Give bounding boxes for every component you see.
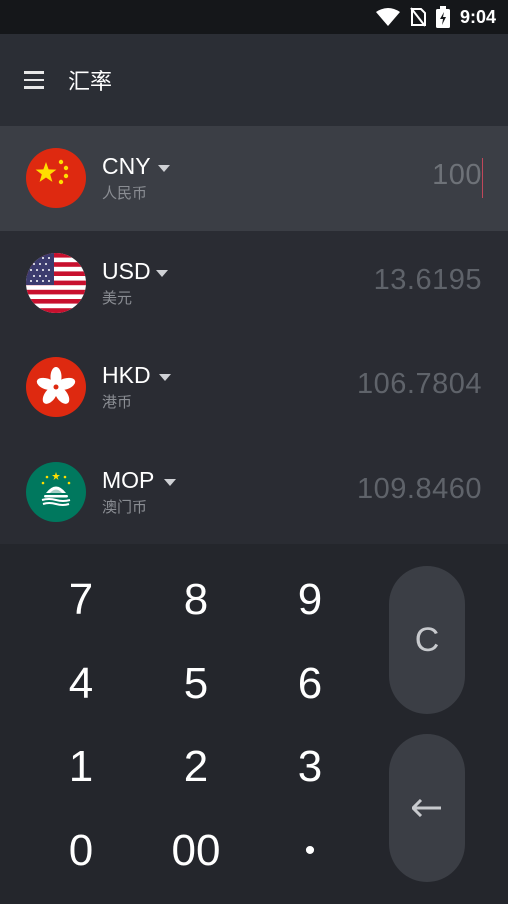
currency-name: 澳门币 — [102, 498, 148, 516]
key-8[interactable]: 8 — [141, 565, 251, 635]
currency-code[interactable]: HKD — [102, 362, 151, 389]
key-3[interactable]: 3 — [255, 732, 365, 802]
currency-row-cny[interactable]: CNY 人民币 100 — [0, 126, 508, 231]
key-00[interactable]: 00 — [141, 816, 251, 886]
currency-name: 人民币 — [102, 185, 148, 202]
dropdown-caret-icon[interactable] — [159, 374, 171, 381]
currency-code[interactable]: CNY — [102, 153, 151, 180]
key-6[interactable]: 6 — [255, 649, 365, 719]
dropdown-caret-icon[interactable] — [158, 165, 170, 172]
currency-row-hkd[interactable]: HKD 港币 106.7804 — [0, 335, 508, 440]
amount-value[interactable]: 106.7804 — [357, 368, 482, 401]
china-flag-icon — [26, 148, 86, 208]
clear-label: C — [414, 620, 440, 659]
dropdown-caret-icon[interactable] — [156, 269, 168, 277]
key-2[interactable]: 2 — [141, 732, 251, 802]
page-title: 汇率 — [68, 69, 113, 94]
currency-row-usd[interactable]: USD 美元 13.6195 — [0, 230, 508, 335]
battery-charging-icon — [435, 6, 450, 28]
amount-input[interactable]: 100 — [432, 159, 482, 192]
key-4[interactable]: 4 — [26, 649, 136, 719]
key-5[interactable]: 5 — [141, 649, 251, 719]
status-time: 9:04 — [459, 6, 496, 27]
dropdown-caret-icon[interactable] — [164, 478, 176, 486]
text-cursor — [481, 158, 483, 198]
currency-list: CNY 人民币 100 USD 美元 13.6195 HKD 港币 106.78… — [0, 126, 508, 544]
currency-row-mop[interactable]: MOP 澳门币 109.8460 — [0, 439, 508, 544]
usa-flag-icon — [26, 252, 86, 313]
hong-kong-flag-icon — [26, 357, 86, 417]
currency-name: 港币 — [102, 394, 133, 411]
currency-name: 美元 — [102, 289, 133, 307]
backspace-arrow-icon — [412, 799, 441, 817]
no-sim-icon — [410, 7, 426, 27]
menu-icon[interactable] — [24, 71, 44, 89]
key-0[interactable]: 0 — [26, 816, 136, 886]
wifi-icon — [375, 8, 400, 26]
keypad: 7 8 9 4 5 6 1 2 3 0 00 • C — [0, 544, 508, 904]
app-bar: 汇率 — [0, 34, 508, 126]
currency-code[interactable]: MOP — [102, 467, 154, 494]
amount-value[interactable]: 13.6195 — [374, 264, 482, 297]
backspace-button[interactable] — [389, 734, 465, 882]
clear-button[interactable]: C — [389, 566, 465, 714]
currency-code[interactable]: USD — [102, 258, 151, 285]
key-9[interactable]: 9 — [255, 565, 365, 635]
key-decimal-point[interactable]: • — [255, 816, 365, 886]
key-1[interactable]: 1 — [26, 732, 136, 802]
key-7[interactable]: 7 — [26, 565, 136, 635]
status-bar: 9:04 — [0, 0, 508, 34]
amount-value[interactable]: 109.8460 — [357, 473, 482, 506]
macau-flag-icon — [26, 461, 86, 522]
